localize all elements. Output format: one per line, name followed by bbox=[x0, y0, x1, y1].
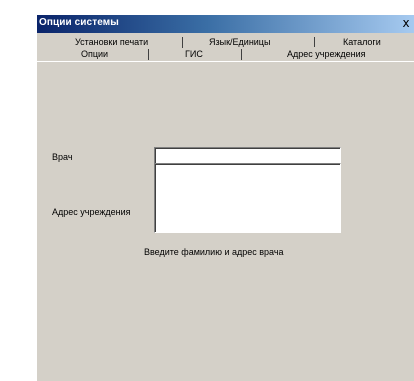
address-label: Адрес учреждения bbox=[52, 207, 131, 217]
tab-row-front: Опции ГИС Адрес учреждения bbox=[37, 47, 414, 61]
system-options-dialog: Опции системы x Установки печати Язык/Ед… bbox=[36, 14, 414, 381]
window-title: Опции системы bbox=[39, 17, 119, 28]
tab-separator bbox=[241, 49, 242, 60]
tab-institution-address[interactable]: Адрес учреждения bbox=[281, 47, 372, 61]
tab-panel-border bbox=[37, 61, 414, 62]
tab-gis[interactable]: ГИС bbox=[185, 47, 203, 61]
hint-text: Введите фамилию и адрес врача bbox=[144, 247, 284, 257]
tab-separator bbox=[148, 49, 149, 60]
close-icon: x bbox=[402, 16, 410, 30]
title-bar[interactable]: Опции системы bbox=[37, 15, 414, 33]
tab-options[interactable]: Опции bbox=[81, 47, 108, 61]
close-button[interactable]: x bbox=[398, 16, 414, 31]
doctor-label: Врач bbox=[52, 152, 73, 162]
address-textarea[interactable] bbox=[154, 163, 341, 233]
